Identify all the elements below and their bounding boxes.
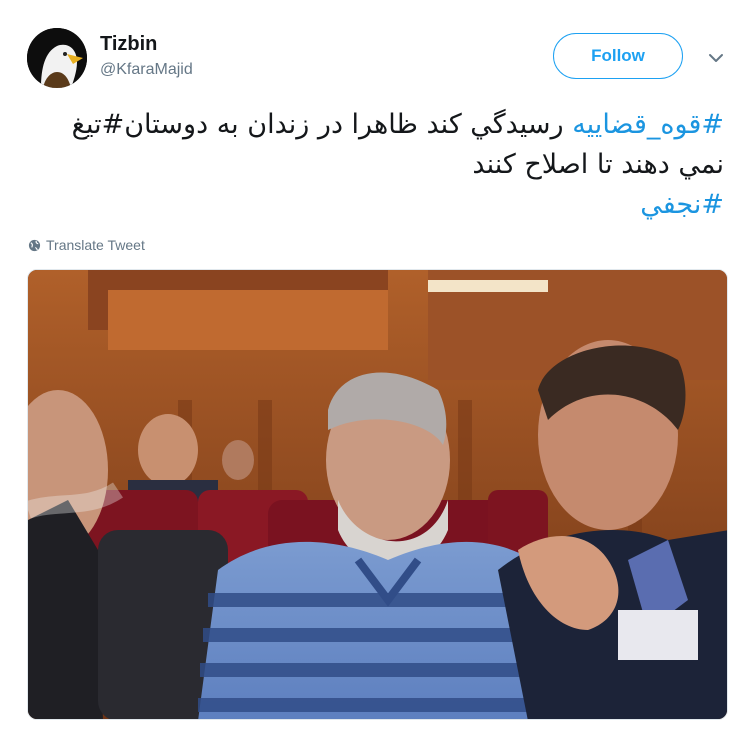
tweet-line-2: نمي دهند تا اصلاح كنند (472, 149, 724, 180)
tweet-line-1: #قوه_قضاييه رسيدگي كند ظاهرا در زندان به… (34, 105, 724, 145)
translate-tweet-link[interactable]: Translate Tweet (28, 237, 145, 253)
tweet-card: Tizbin @KfaraMajid Follow #قوه_قضاييه رس… (0, 0, 754, 738)
follow-button[interactable]: Follow (553, 33, 683, 79)
avatar[interactable] (27, 28, 87, 88)
user-handle[interactable]: @KfaraMajid (100, 61, 193, 79)
globe-icon (28, 239, 41, 251)
tweet-text: #قوه_قضاييه رسيدگي كند ظاهرا در زندان به… (34, 105, 724, 225)
tweet-line-3: #نجفي (34, 185, 724, 225)
eagle-avatar-icon (27, 28, 87, 88)
courtroom-photo (28, 270, 727, 719)
user-name[interactable]: Tizbin (100, 33, 157, 56)
hashtag-link[interactable]: #نجفي (640, 189, 724, 220)
chevron-down-icon[interactable] (706, 50, 726, 66)
translate-label: Translate Tweet (46, 237, 145, 253)
tweet-text-segment: رسيدگي كند ظاهرا در زندان به دوستان#تيغ (71, 109, 573, 140)
tweet-photo[interactable] (27, 269, 728, 720)
hashtag-link[interactable]: #قوه_قضاييه (572, 109, 724, 140)
